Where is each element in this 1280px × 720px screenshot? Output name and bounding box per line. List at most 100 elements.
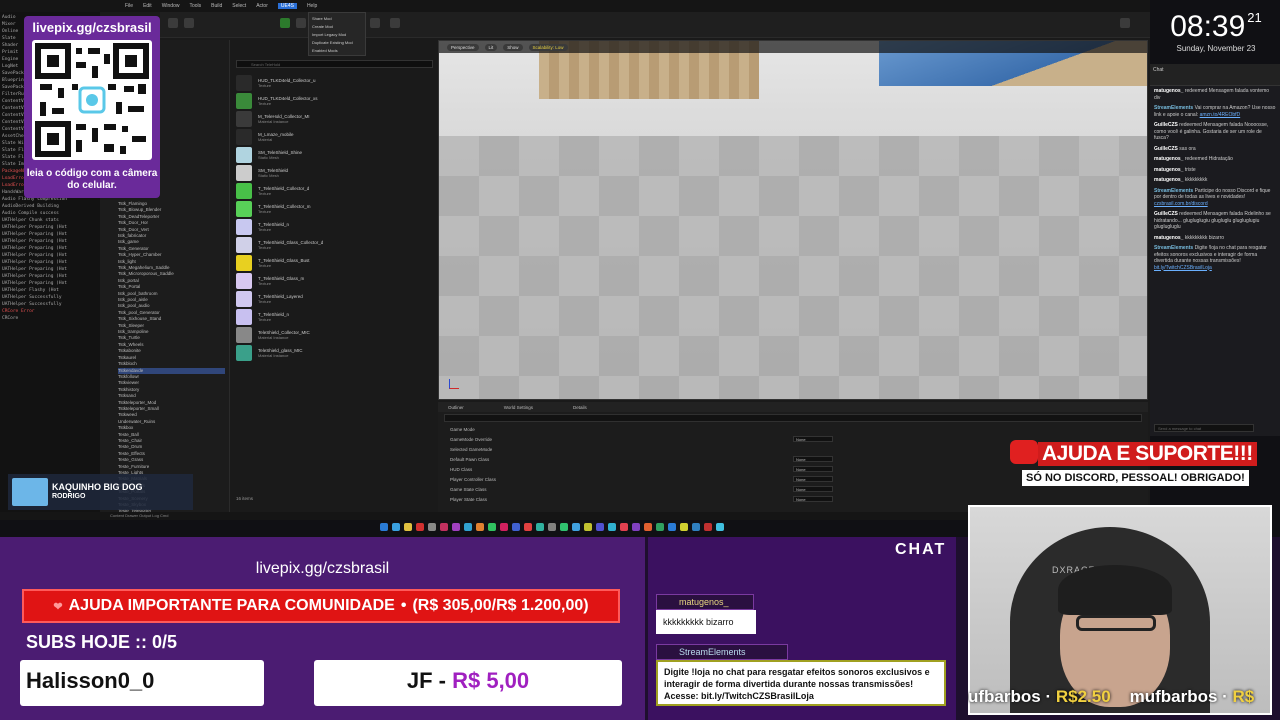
taskbar-app-icon[interactable] — [680, 523, 688, 531]
build-icon[interactable] — [370, 18, 380, 28]
taskbar-app-icon[interactable] — [536, 523, 544, 531]
perspective-button[interactable]: Perspective — [447, 43, 479, 51]
taskbar-app-icon[interactable] — [404, 523, 412, 531]
mode-icon[interactable] — [184, 18, 194, 28]
asset-row[interactable]: T_TeleShield_n Texture — [236, 308, 433, 326]
chat-username[interactable]: GuilleCZS — [1154, 146, 1178, 152]
taskbar-app-icon[interactable] — [416, 523, 424, 531]
chat-link[interactable]: czsbrasil.com.br/discord — [1154, 201, 1208, 207]
asset-text: SM_TeleShield Static Mesh — [258, 168, 288, 178]
asset-thumbnail — [236, 93, 252, 109]
chat-username[interactable]: matugenos_ — [1154, 156, 1183, 162]
settings-icon[interactable] — [1120, 18, 1130, 28]
menu-edit[interactable]: Edit — [143, 3, 152, 9]
asset-row[interactable]: T_TeleShield_Layered Texture — [236, 290, 433, 308]
menu-select[interactable]: Select — [232, 3, 246, 9]
asset-row[interactable]: T_TeleShield_Glass_Bust Texture — [236, 254, 433, 272]
taskbar-app-icon[interactable] — [560, 523, 568, 531]
details-row-value[interactable]: None — [793, 436, 833, 442]
dropdown-item[interactable]: Duplicate Existing Mod — [312, 39, 362, 47]
asset-row[interactable]: T_TeleShield_Glass_Collector_d Texture — [236, 236, 433, 254]
show-button[interactable]: Show — [503, 43, 523, 51]
details-row-value[interactable]: None — [793, 456, 833, 462]
chat-username[interactable]: StreamElements — [1154, 245, 1193, 251]
menu-file[interactable]: File — [125, 3, 133, 9]
platforms-icon[interactable] — [390, 18, 400, 28]
menu-window[interactable]: Window — [162, 3, 180, 9]
asset-row[interactable]: SM_TeleShield_Shine Static Mesh — [236, 146, 433, 164]
dropdown-item[interactable]: Share Mod — [312, 15, 362, 23]
tab-world-settings[interactable]: World Settings — [504, 405, 533, 410]
asset-row[interactable]: T_TeleShield_Glass_m Texture — [236, 272, 433, 290]
chat-username[interactable]: StreamElements — [1154, 188, 1193, 194]
menu-actor[interactable]: Actor — [256, 3, 268, 9]
chat-username[interactable]: matugenos_ — [1154, 177, 1183, 183]
taskbar-app-icon[interactable] — [584, 523, 592, 531]
taskbar-app-icon[interactable] — [668, 523, 676, 531]
details-row-value[interactable]: None — [793, 486, 833, 492]
chat-username[interactable]: GuilleCZS — [1154, 211, 1178, 217]
taskbar-app-icon[interactable] — [692, 523, 700, 531]
dropdown-item[interactable]: Import Legacy Mod — [312, 31, 362, 39]
taskbar-app-icon[interactable] — [452, 523, 460, 531]
dropdown-item[interactable]: Enabled Mods — [312, 47, 362, 55]
play-icon[interactable] — [280, 18, 290, 28]
chat-link[interactable]: bit.ly/TwitchCZSBrasilLoja — [1154, 265, 1212, 271]
asset-row[interactable]: M_TeleHold_Collector_MI Material Instance — [236, 110, 433, 128]
ticker-amount-1: R$2.50 — [1055, 687, 1111, 706]
taskbar-app-icon[interactable] — [632, 523, 640, 531]
chat-username[interactable]: GuilleCZS — [1154, 122, 1178, 128]
chat-input[interactable]: Send a message to chat — [1154, 424, 1254, 432]
taskbar-app-icon[interactable] — [572, 523, 580, 531]
level-viewport[interactable]: Perspective Lit Show Scalability: Low — [438, 40, 1148, 400]
menu-ue4s[interactable]: UE4S — [277, 3, 297, 9]
taskbar-app-icon[interactable] — [716, 523, 724, 531]
asset-row[interactable]: T_TeleShield_Collector_m Texture — [236, 200, 433, 218]
taskbar-app-icon[interactable] — [428, 523, 436, 531]
taskbar-app-icon[interactable] — [656, 523, 664, 531]
tab-outliner[interactable]: Outliner — [448, 405, 464, 410]
details-row-value[interactable]: None — [793, 476, 833, 482]
lit-button[interactable]: Lit — [484, 43, 498, 51]
menu-tools[interactable]: Tools — [189, 3, 201, 9]
tab-details[interactable]: Details — [573, 405, 587, 410]
taskbar-app-icon[interactable] — [620, 523, 628, 531]
taskbar-app-icon[interactable] — [380, 523, 388, 531]
taskbar-app-icon[interactable] — [488, 523, 496, 531]
asset-row[interactable]: T_TeleShield_n Texture — [236, 218, 433, 236]
launch-options-icon[interactable] — [296, 18, 306, 28]
chat-username[interactable]: StreamElements — [1154, 105, 1193, 111]
scalability-button[interactable]: Scalability: Low — [528, 43, 568, 51]
chat-link[interactable]: amzn.to/4REObfD — [1200, 112, 1241, 118]
details-search-input[interactable] — [444, 414, 1142, 422]
taskbar-app-icon[interactable] — [512, 523, 520, 531]
details-row-value[interactable]: None — [793, 496, 833, 502]
taskbar-app-icon[interactable] — [596, 523, 604, 531]
asset-row[interactable]: HUD_TLKD4eld_Collector_xs Texture — [236, 92, 433, 110]
details-row-value[interactable]: None — [793, 466, 833, 472]
menu-help[interactable]: Help — [307, 3, 317, 9]
save-icon[interactable] — [168, 18, 178, 28]
asset-row[interactable]: M_Lmaze_mobile Material — [236, 128, 433, 146]
taskbar-app-icon[interactable] — [704, 523, 712, 531]
chat-username[interactable]: matugenos_ — [1154, 88, 1183, 94]
dropdown-item[interactable]: Create Mod — [312, 23, 362, 31]
chat-username[interactable]: matugenos_ — [1154, 167, 1183, 173]
asset-row[interactable]: SM_TeleShield Static Mesh — [236, 164, 433, 182]
taskbar-app-icon[interactable] — [392, 523, 400, 531]
asset-row[interactable]: T_TeleShield_Collector_d Texture — [236, 182, 433, 200]
taskbar-app-icon[interactable] — [500, 523, 508, 531]
taskbar-app-icon[interactable] — [464, 523, 472, 531]
chat-username[interactable]: matugenos_ — [1154, 235, 1183, 241]
taskbar-app-icon[interactable] — [440, 523, 448, 531]
asset-search-input[interactable]: Search TeleHold — [236, 60, 433, 68]
asset-row[interactable]: HUD_TLKD4eld_Collector_u Texture — [236, 74, 433, 92]
asset-row[interactable]: TeleShield_Collector_MIC Material Instanc… — [236, 326, 433, 344]
menu-build[interactable]: Build — [211, 3, 222, 9]
taskbar-app-icon[interactable] — [476, 523, 484, 531]
taskbar-app-icon[interactable] — [644, 523, 652, 531]
asset-row[interactable]: TeleShield_glass_MIC Material Instance — [236, 344, 433, 362]
taskbar-app-icon[interactable] — [608, 523, 616, 531]
taskbar-app-icon[interactable] — [524, 523, 532, 531]
taskbar-app-icon[interactable] — [548, 523, 556, 531]
